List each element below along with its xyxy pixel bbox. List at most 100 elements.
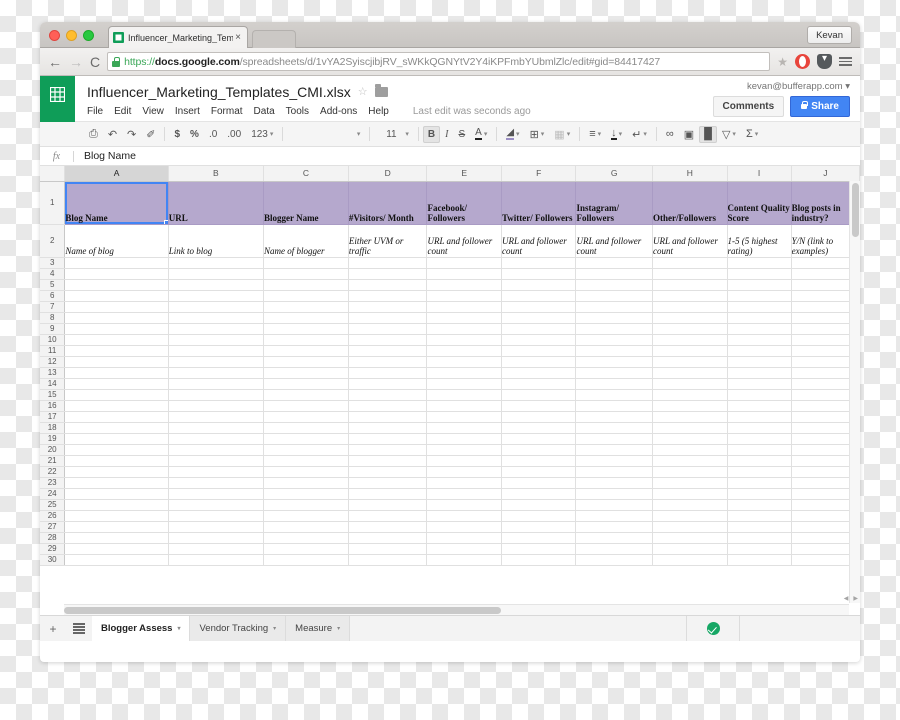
cell-h17[interactable]: [652, 411, 728, 423]
cell-c27[interactable]: [263, 521, 349, 533]
cell-d16[interactable]: [348, 400, 428, 412]
cell-c13[interactable]: [263, 367, 349, 379]
cell-g5[interactable]: [575, 279, 654, 291]
cell-b8[interactable]: [168, 312, 264, 324]
cell-e27[interactable]: [426, 521, 502, 533]
comments-button[interactable]: Comments: [712, 96, 785, 117]
cell-h22[interactable]: [652, 466, 728, 478]
cell-c30[interactable]: [263, 554, 349, 566]
cell-f26[interactable]: [501, 510, 577, 522]
cell-a8[interactable]: [64, 312, 169, 324]
row-header-19[interactable]: 19: [40, 433, 66, 445]
cell-f16[interactable]: [501, 400, 577, 412]
cell-f7[interactable]: [501, 301, 577, 313]
cell-h10[interactable]: [652, 334, 728, 346]
cell-b10[interactable]: [168, 334, 264, 346]
cell-b18[interactable]: [168, 422, 264, 434]
cell-g8[interactable]: [575, 312, 654, 324]
cell-f30[interactable]: [501, 554, 577, 566]
cell-h26[interactable]: [652, 510, 728, 522]
cell-i11[interactable]: [727, 345, 792, 357]
row-header-9[interactable]: 9: [40, 323, 66, 335]
cell-i29[interactable]: [727, 543, 792, 555]
cell-d1[interactable]: #Visitors/ Month: [348, 181, 428, 225]
cell-c23[interactable]: [263, 477, 349, 489]
cell-f17[interactable]: [501, 411, 577, 423]
row-header-5[interactable]: 5: [40, 279, 66, 291]
row-header-21[interactable]: 21: [40, 455, 66, 467]
cell-a13[interactable]: [64, 367, 169, 379]
cell-c29[interactable]: [263, 543, 349, 555]
cell-d13[interactable]: [348, 367, 428, 379]
merge-cells-button[interactable]: ▦ ▾: [549, 125, 575, 143]
cell-g20[interactable]: [575, 444, 654, 456]
maximize-window-button[interactable]: [83, 30, 94, 41]
cell-g23[interactable]: [575, 477, 654, 489]
cell-g26[interactable]: [575, 510, 654, 522]
cell-g17[interactable]: [575, 411, 654, 423]
cell-d4[interactable]: [348, 268, 428, 280]
row-header-4[interactable]: 4: [40, 268, 66, 280]
cell-d25[interactable]: [348, 499, 428, 511]
cell-g25[interactable]: [575, 499, 654, 511]
cell-e15[interactable]: [426, 389, 502, 401]
row-header-8[interactable]: 8: [40, 312, 66, 324]
scroll-right-icon[interactable]: ▶: [853, 595, 858, 602]
horizontal-scroll-thumb[interactable]: [64, 607, 501, 614]
row-header-28[interactable]: 28: [40, 532, 66, 544]
borders-button[interactable]: ⊞ ▾: [525, 125, 550, 143]
column-header-b[interactable]: B: [168, 166, 264, 182]
cell-b14[interactable]: [168, 378, 264, 390]
cell-i12[interactable]: [727, 356, 792, 368]
cell-f27[interactable]: [501, 521, 577, 533]
sheet-tab-blogger-assess[interactable]: Blogger Assess ▾: [92, 616, 191, 641]
menu-file[interactable]: File: [87, 106, 103, 117]
sheet-tab-measure[interactable]: Measure ▾: [286, 616, 351, 641]
column-header-a[interactable]: A: [64, 166, 169, 182]
cell-h1[interactable]: Other/Followers: [652, 181, 728, 225]
chevron-down-icon[interactable]: ▾: [273, 625, 276, 632]
redo-icon[interactable]: ↷: [122, 125, 141, 143]
cell-c15[interactable]: [263, 389, 349, 401]
browser-tab[interactable]: Influencer_Marketing_Temp ×: [108, 26, 248, 48]
cell-a10[interactable]: [64, 334, 169, 346]
cell-e2[interactable]: URL and follower count: [426, 224, 502, 258]
new-tab-button[interactable]: [252, 30, 296, 48]
row-header-27[interactable]: 27: [40, 521, 66, 533]
cell-b30[interactable]: [168, 554, 264, 566]
cell-a15[interactable]: [64, 389, 169, 401]
text-color-button[interactable]: A ▾: [470, 125, 492, 143]
cell-g19[interactable]: [575, 433, 654, 445]
column-header-j[interactable]: J: [791, 166, 860, 182]
cell-c10[interactable]: [263, 334, 349, 346]
menu-edit[interactable]: Edit: [114, 106, 131, 117]
cell-c6[interactable]: [263, 290, 349, 302]
cell-c14[interactable]: [263, 378, 349, 390]
print-icon[interactable]: ⎙: [84, 125, 103, 143]
cell-e18[interactable]: [426, 422, 502, 434]
cell-f24[interactable]: [501, 488, 577, 500]
cell-d17[interactable]: [348, 411, 428, 423]
cell-f11[interactable]: [501, 345, 577, 357]
cell-d3[interactable]: [348, 257, 428, 269]
insert-link-icon[interactable]: ∞: [661, 125, 679, 143]
back-icon[interactable]: ←: [48, 55, 62, 69]
shield-extension-icon[interactable]: [817, 53, 832, 69]
cell-h20[interactable]: [652, 444, 728, 456]
cell-c16[interactable]: [263, 400, 349, 412]
cell-d22[interactable]: [348, 466, 428, 478]
row-header-22[interactable]: 22: [40, 466, 66, 478]
horizontal-align-button[interactable]: ≡ ▾: [584, 125, 606, 143]
cell-h12[interactable]: [652, 356, 728, 368]
cell-d10[interactable]: [348, 334, 428, 346]
cell-a25[interactable]: [64, 499, 169, 511]
cell-b15[interactable]: [168, 389, 264, 401]
cell-a12[interactable]: [64, 356, 169, 368]
cell-g7[interactable]: [575, 301, 654, 313]
cell-c22[interactable]: [263, 466, 349, 478]
cell-c20[interactable]: [263, 444, 349, 456]
select-all-corner[interactable]: [40, 166, 66, 182]
cell-c28[interactable]: [263, 532, 349, 544]
row-header-1[interactable]: 1: [40, 181, 66, 225]
cell-e25[interactable]: [426, 499, 502, 511]
